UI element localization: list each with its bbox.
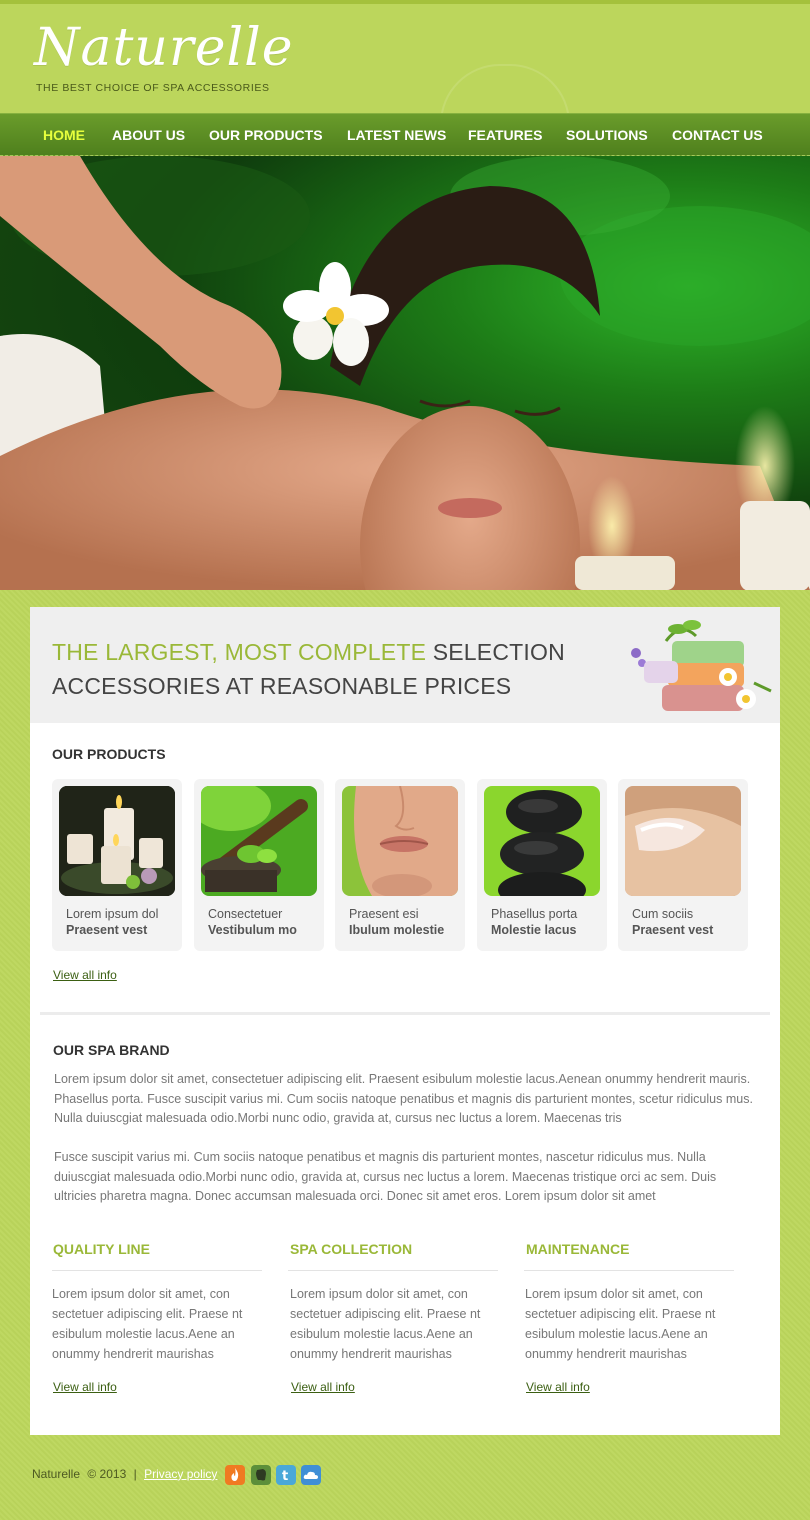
view-all-maintenance-link[interactable]: View all info [526,1380,590,1394]
product-line-1: Praesent esi [349,907,419,921]
column-title-maintenance: MAINTENANCE [526,1241,630,1257]
hero-spa-illustration [0,156,810,590]
site-tagline: THE BEST CHOICE OF SPA ACCESSORIES [36,82,270,94]
product-card[interactable]: Phasellus porta Molestie lacus [477,779,607,951]
banner-line-1: THE LARGEST, MOST COMPLETE SELECTION [52,639,565,666]
brand-title: OUR SPA BRAND [53,1042,170,1058]
product-line-2: Praesent vest [66,923,148,937]
nav-item-our-products[interactable]: OUR PRODUCTS [209,114,323,157]
site-header: Naturelle THE BEST CHOICE OF SPA ACCESSO… [0,0,810,124]
footer-brand: Naturelle [32,1466,81,1481]
column-text: Lorem ipsum dolor sit amet, con sectetue… [52,1287,243,1361]
footer: Naturelle © 2013 | Privacy policy [32,1466,217,1484]
view-all-collection-link[interactable]: View all info [291,1380,355,1394]
product-line-2: Ibulum molestie [349,923,445,937]
cloud-icon[interactable] [301,1465,321,1485]
svg-text:t: t [282,1469,288,1484]
product-line-2: Vestibulum mo [208,923,297,937]
column-text: Lorem ipsum dolor sit amet, con sectetue… [525,1287,716,1361]
product-line-1: Consectetuer [208,907,283,921]
brand-paragraph-2: Fusce suscipit varius mi. Cum sociis nat… [54,1150,717,1203]
nav-item-home[interactable]: HOME [43,114,85,157]
banner-highlight: THE LARGEST, MOST COMPLETE [52,639,427,665]
product-card[interactable]: Praesent esi Ibulum molestie [335,779,465,951]
fire-icon[interactable] [225,1465,245,1485]
hero-image [0,156,810,590]
product-line-1: Cum sociis [632,907,694,921]
product-card[interactable]: Lorem ipsum dol Praesent vest [52,779,182,951]
privacy-policy-link[interactable]: Privacy policy [144,1467,217,1481]
nav-item-contact-us[interactable]: CONTACT US [672,114,763,157]
nav-item-solutions[interactable]: SOLUTIONS [566,114,648,157]
product-image-nails[interactable] [625,786,741,896]
column-title-quality-line: QUALITY LINE [53,1241,150,1257]
view-all-products-link[interactable]: View all info [53,968,117,982]
product-line-1: Phasellus porta [491,907,578,921]
products-title: OUR PRODUCTS [52,746,166,762]
nav-item-about-us[interactable]: ABOUT US [112,114,185,157]
product-image-face[interactable] [342,786,458,896]
nav-item-latest-news[interactable]: LATEST NEWS [347,114,446,157]
section-divider [40,1012,770,1015]
product-image-stones[interactable] [484,786,600,896]
column-rule [52,1270,262,1271]
product-image-mortar[interactable] [201,786,317,896]
soap-bars-image [631,620,772,711]
evernote-icon[interactable] [251,1465,271,1485]
view-all-quality-link[interactable]: View all info [53,1380,117,1394]
banner-line-1-rest: SELECTION [432,639,565,665]
product-line-1: Lorem ipsum dol [66,907,159,921]
column-rule [524,1270,734,1271]
column-title-spa-collection: SPA COLLECTION [290,1241,413,1257]
product-line-2: Praesent vest [632,923,714,937]
content-panel: THE LARGEST, MOST COMPLETE SELECTION ACC… [30,607,780,1435]
promo-banner: THE LARGEST, MOST COMPLETE SELECTION ACC… [30,607,780,723]
brand-paragraph-1: Lorem ipsum dolor sit amet, consectetuer… [54,1072,753,1125]
product-card[interactable]: Consectetuer Vestibulum mo [194,779,324,951]
site-logo[interactable]: Naturelle [34,18,294,78]
nav-item-features[interactable]: FEATURES [468,114,542,157]
product-line-2: Molestie lacus [491,923,577,937]
column-text: Lorem ipsum dolor sit amet, con sectetue… [290,1287,481,1361]
twitter-icon[interactable]: t [276,1465,296,1485]
product-image-candles[interactable] [59,786,175,896]
product-card[interactable]: Cum sociis Praesent vest [618,779,748,951]
banner-line-2: ACCESSORIES AT REASONABLE PRICES [52,673,512,699]
column-rule [288,1270,498,1271]
main-navigation: HOME ABOUT US OUR PRODUCTS LATEST NEWS F… [0,113,810,156]
footer-separator: | [133,1466,137,1481]
footer-copyright: © 2013 [87,1466,127,1481]
